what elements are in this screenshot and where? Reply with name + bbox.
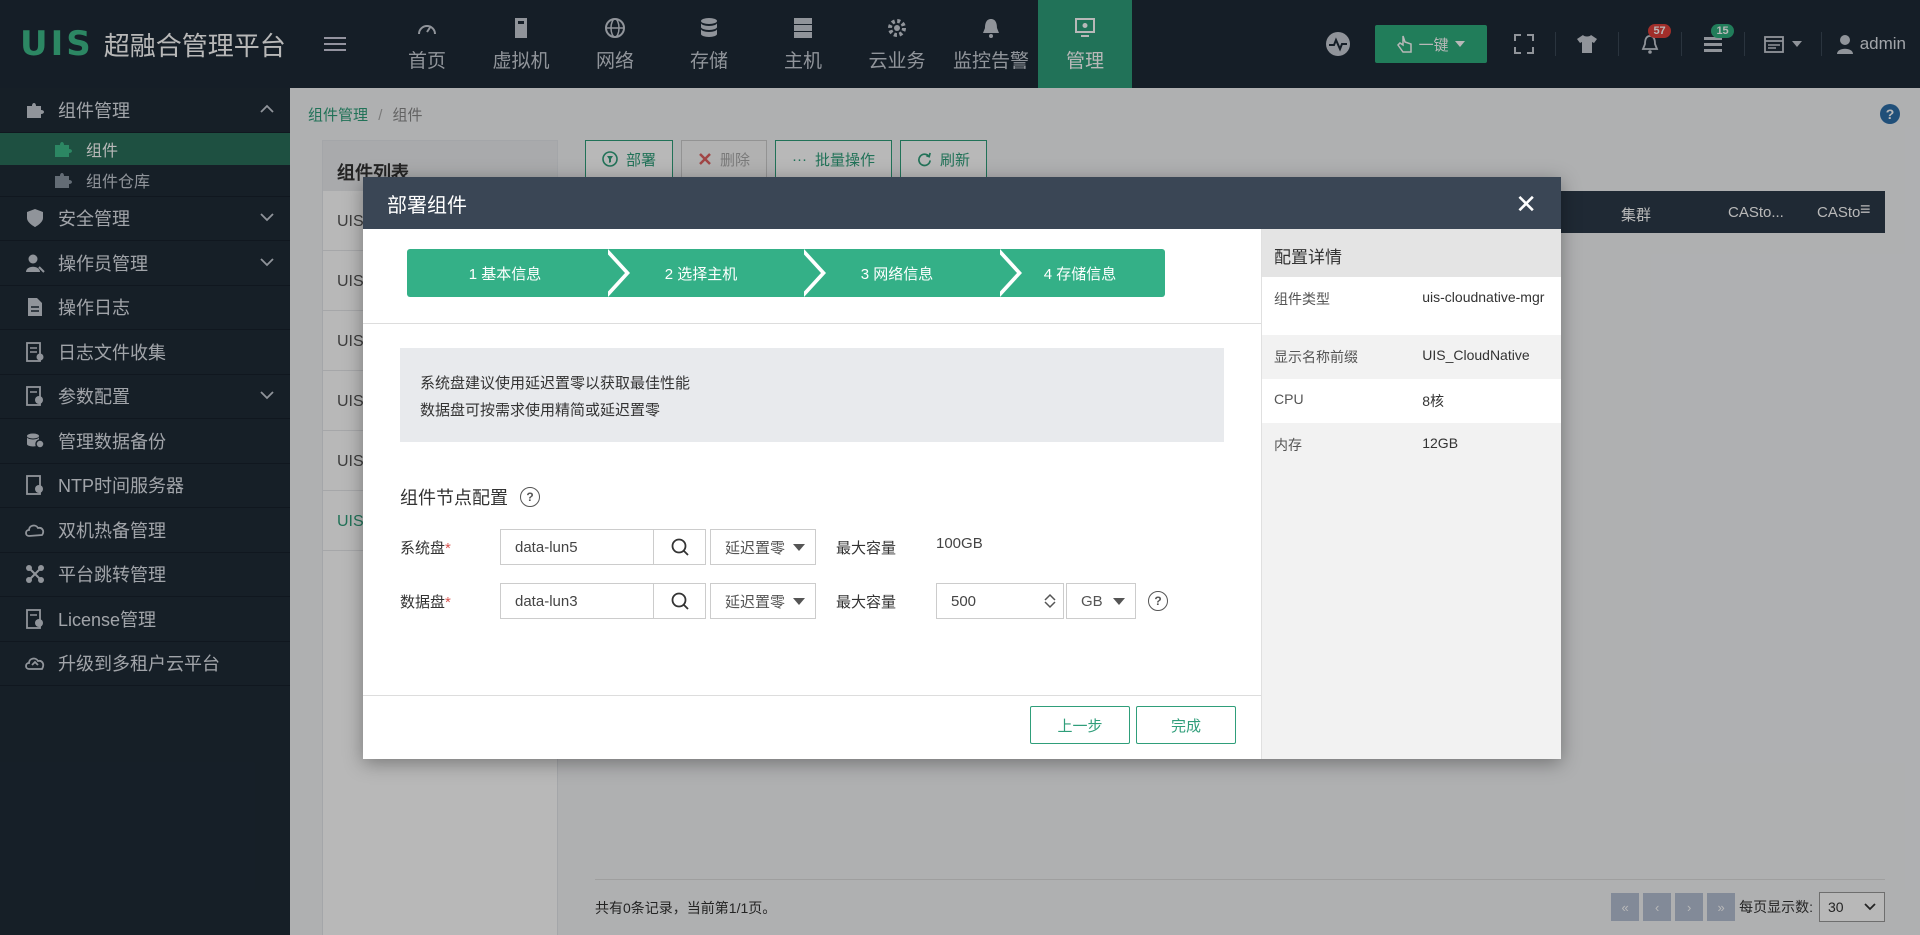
stepper-arrows[interactable] bbox=[1041, 593, 1059, 609]
section-title-text: 组件节点配置 bbox=[400, 488, 508, 508]
wizard-step-basic-info[interactable]: 1 基本信息 bbox=[407, 249, 630, 297]
wizard-step-select-host[interactable]: 2 选择主机 bbox=[603, 249, 826, 297]
help-circle-icon[interactable]: ? bbox=[1148, 591, 1168, 611]
config-detail-panel: 配置详情 组件类型 uis-cloudnative-mgr 显示名称前缀 UIS… bbox=[1261, 229, 1561, 759]
caret-down-icon bbox=[793, 597, 805, 605]
step-label: 2 选择主机 bbox=[664, 265, 738, 283]
search-icon bbox=[671, 592, 689, 610]
caret-down-icon bbox=[793, 543, 805, 551]
system-disk-input[interactable]: data-lun5 bbox=[500, 529, 654, 565]
step-label: 1 基本信息 bbox=[468, 265, 542, 283]
detail-row: 组件类型 uis-cloudnative-mgr bbox=[1262, 277, 1561, 335]
system-disk-label: 系统盘* bbox=[400, 537, 500, 558]
step-label: 4 存储信息 bbox=[1043, 265, 1117, 283]
detail-key: 组件类型 bbox=[1274, 291, 1330, 307]
dialog-form-area: 1 基本信息 2 选择主机 3 网络信息 4 存储信息 系统盘建议使用延迟置零以… bbox=[363, 229, 1261, 759]
dialog-header: 部署组件 ✕ bbox=[363, 177, 1561, 229]
divider bbox=[363, 323, 1261, 324]
select-value: 延迟置零 bbox=[725, 593, 786, 611]
required-mark: * bbox=[445, 593, 451, 611]
system-disk-search-button[interactable] bbox=[654, 529, 706, 565]
select-value: GB bbox=[1081, 592, 1103, 610]
step-label: 3 网络信息 bbox=[860, 265, 934, 283]
data-disk-capacity-stepper[interactable]: 500 bbox=[936, 583, 1064, 619]
help-circle-icon[interactable]: ? bbox=[520, 487, 540, 507]
label-text: 数据盘 bbox=[400, 593, 446, 611]
detail-key: 内存 bbox=[1274, 437, 1302, 453]
max-capacity-value: 100GB bbox=[936, 534, 983, 552]
max-capacity-label: 最大容量 bbox=[836, 593, 897, 611]
previous-step-button[interactable]: 上一步 bbox=[1030, 706, 1130, 744]
info-line: 数据盘可按需求使用精简或延迟置零 bbox=[420, 402, 661, 419]
data-disk-label: 数据盘* bbox=[400, 591, 500, 612]
detail-value: UIS_CloudNative bbox=[1422, 347, 1530, 363]
finish-button[interactable]: 完成 bbox=[1136, 706, 1236, 744]
max-capacity-label: 最大容量 bbox=[836, 539, 897, 557]
detail-key: 显示名称前缀 bbox=[1274, 349, 1358, 365]
dialog-title: 部署组件 bbox=[387, 194, 467, 217]
data-disk-search-button[interactable] bbox=[654, 583, 706, 619]
required-mark: * bbox=[445, 539, 451, 557]
input-value: data-lun5 bbox=[515, 538, 578, 556]
detail-row: 内存 12GB bbox=[1262, 423, 1561, 467]
arrow-up-icon[interactable] bbox=[1044, 593, 1056, 601]
caret-down-icon bbox=[1113, 597, 1125, 605]
detail-row: CPU 8核 bbox=[1262, 379, 1561, 423]
detail-key: CPU bbox=[1274, 391, 1304, 407]
wizard-step-network-info[interactable]: 3 网络信息 bbox=[799, 249, 1022, 297]
close-icon[interactable]: ✕ bbox=[1515, 189, 1537, 220]
arrow-down-icon[interactable] bbox=[1044, 601, 1056, 609]
data-disk-input[interactable]: data-lun3 bbox=[500, 583, 654, 619]
deploy-component-dialog: 部署组件 ✕ 1 基本信息 2 选择主机 3 网络信息 4 存储信息 系统盘建议… bbox=[363, 177, 1561, 759]
capacity-unit-select[interactable]: GB bbox=[1066, 583, 1136, 619]
search-icon bbox=[671, 538, 689, 556]
dialog-footer: 上一步 完成 bbox=[363, 695, 1261, 759]
label-text: 系统盘 bbox=[400, 539, 446, 557]
system-disk-row: 系统盘* data-lun5 延迟置零 最大容量 100GB bbox=[400, 529, 983, 565]
detail-value: 8核 bbox=[1422, 393, 1445, 409]
select-value: 延迟置零 bbox=[725, 539, 786, 557]
section-title: 组件节点配置 ? bbox=[400, 484, 540, 510]
detail-value: 12GB bbox=[1422, 435, 1459, 451]
info-notice: 系统盘建议使用延迟置零以获取最佳性能 数据盘可按需求使用精简或延迟置零 bbox=[400, 348, 1224, 442]
system-disk-mode-select[interactable]: 延迟置零 bbox=[710, 529, 816, 565]
detail-value: uis-cloudnative-mgr bbox=[1422, 289, 1545, 305]
info-line: 系统盘建议使用延迟置零以获取最佳性能 bbox=[420, 375, 691, 392]
stepper-value: 500 bbox=[951, 592, 977, 610]
data-disk-mode-select[interactable]: 延迟置零 bbox=[710, 583, 816, 619]
detail-row: 显示名称前缀 UIS_CloudNative bbox=[1262, 335, 1561, 379]
data-disk-row: 数据盘* data-lun3 延迟置零 最大容量 500 GB ? bbox=[400, 583, 1168, 619]
config-detail-title: 配置详情 bbox=[1262, 229, 1561, 277]
input-value: data-lun3 bbox=[515, 592, 578, 610]
wizard-steps: 1 基本信息 2 选择主机 3 网络信息 4 存储信息 bbox=[407, 249, 1165, 297]
